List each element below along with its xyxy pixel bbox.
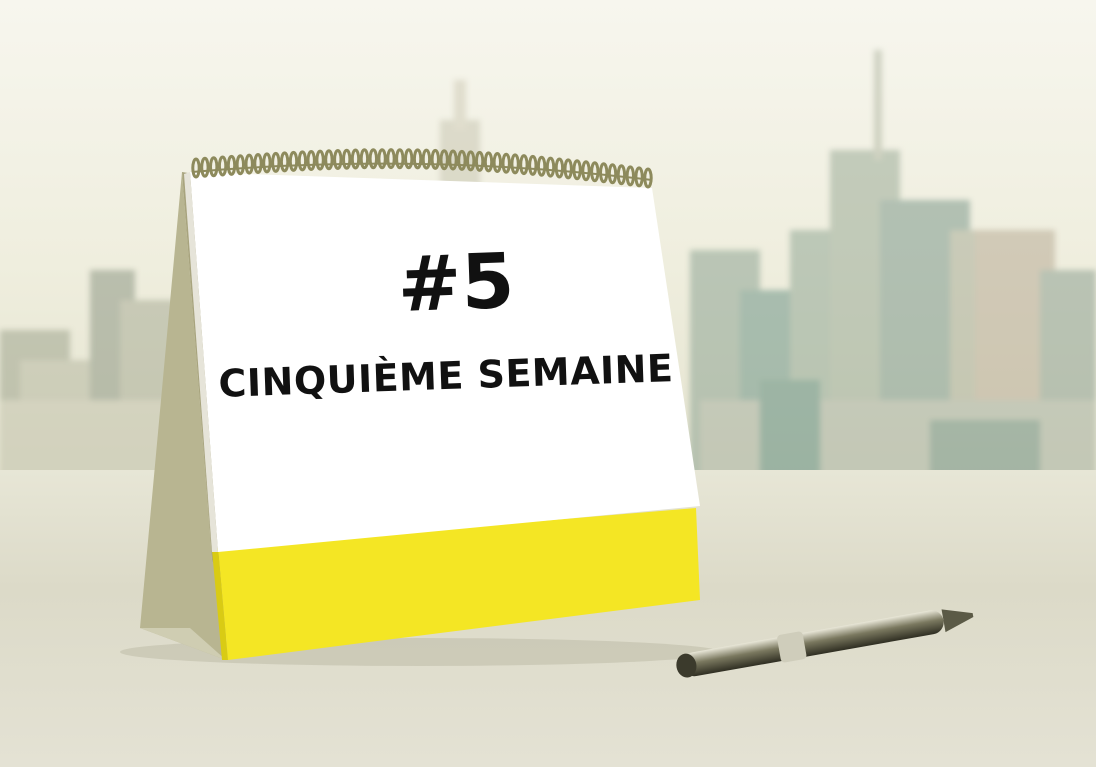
week-number: #5: [396, 235, 516, 330]
photo-scene: #5 CINQUIÈME SEMAINE: [0, 0, 1096, 767]
week-label: CINQUIÈME SEMAINE: [217, 346, 675, 406]
calendar-page-text: #5 CINQUIÈME SEMAINE: [0, 0, 1096, 767]
